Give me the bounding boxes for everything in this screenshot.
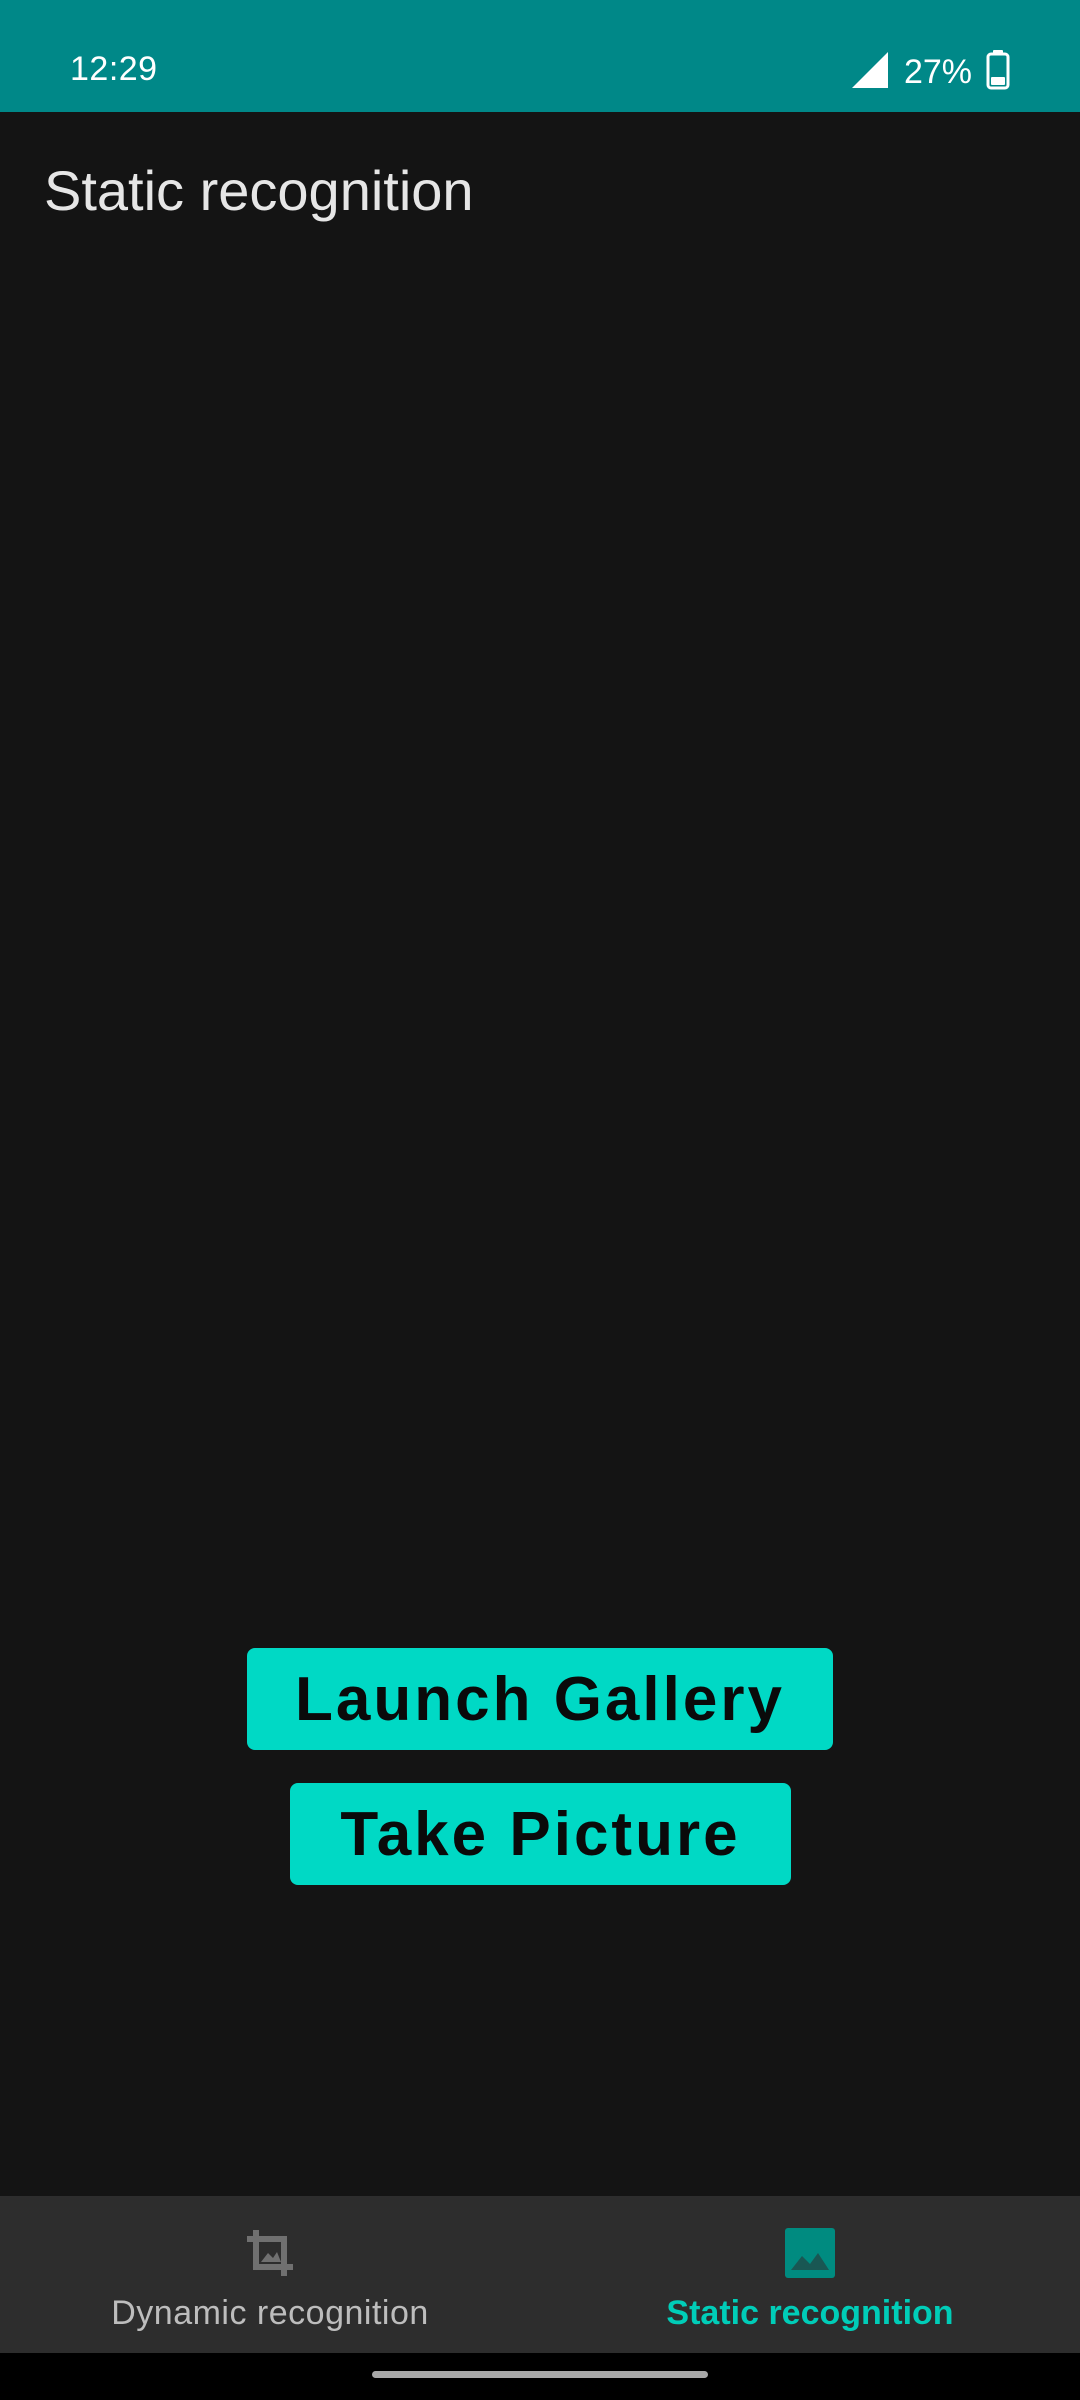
nav-label-static-recognition: Static recognition: [666, 2294, 954, 2332]
launch-gallery-button[interactable]: Launch Gallery: [247, 1648, 833, 1750]
bottom-navigation: Dynamic recognition Static recognition: [0, 2196, 1080, 2353]
nav-item-dynamic-recognition[interactable]: Dynamic recognition: [0, 2196, 540, 2353]
nav-item-static-recognition[interactable]: Static recognition: [540, 2196, 1080, 2353]
image-icon: [783, 2226, 837, 2280]
take-picture-button[interactable]: Take Picture: [290, 1783, 791, 1885]
app-screen: 12:29 27% Static recognition Launch Gall…: [0, 0, 1080, 2400]
status-time: 12:29: [70, 50, 158, 88]
status-indicators: 27%: [850, 49, 1010, 95]
page-title: Static recognition: [44, 159, 474, 222]
nav-label-dynamic-recognition: Dynamic recognition: [111, 2294, 429, 2332]
crop-image-icon: [243, 2226, 297, 2280]
cellular-signal-icon: [850, 50, 890, 95]
home-gesture-handle[interactable]: [372, 2371, 708, 2378]
status-bar: 12:29 27%: [0, 0, 1080, 112]
battery-percent: 27%: [903, 52, 972, 91]
battery-icon: [986, 49, 1010, 95]
